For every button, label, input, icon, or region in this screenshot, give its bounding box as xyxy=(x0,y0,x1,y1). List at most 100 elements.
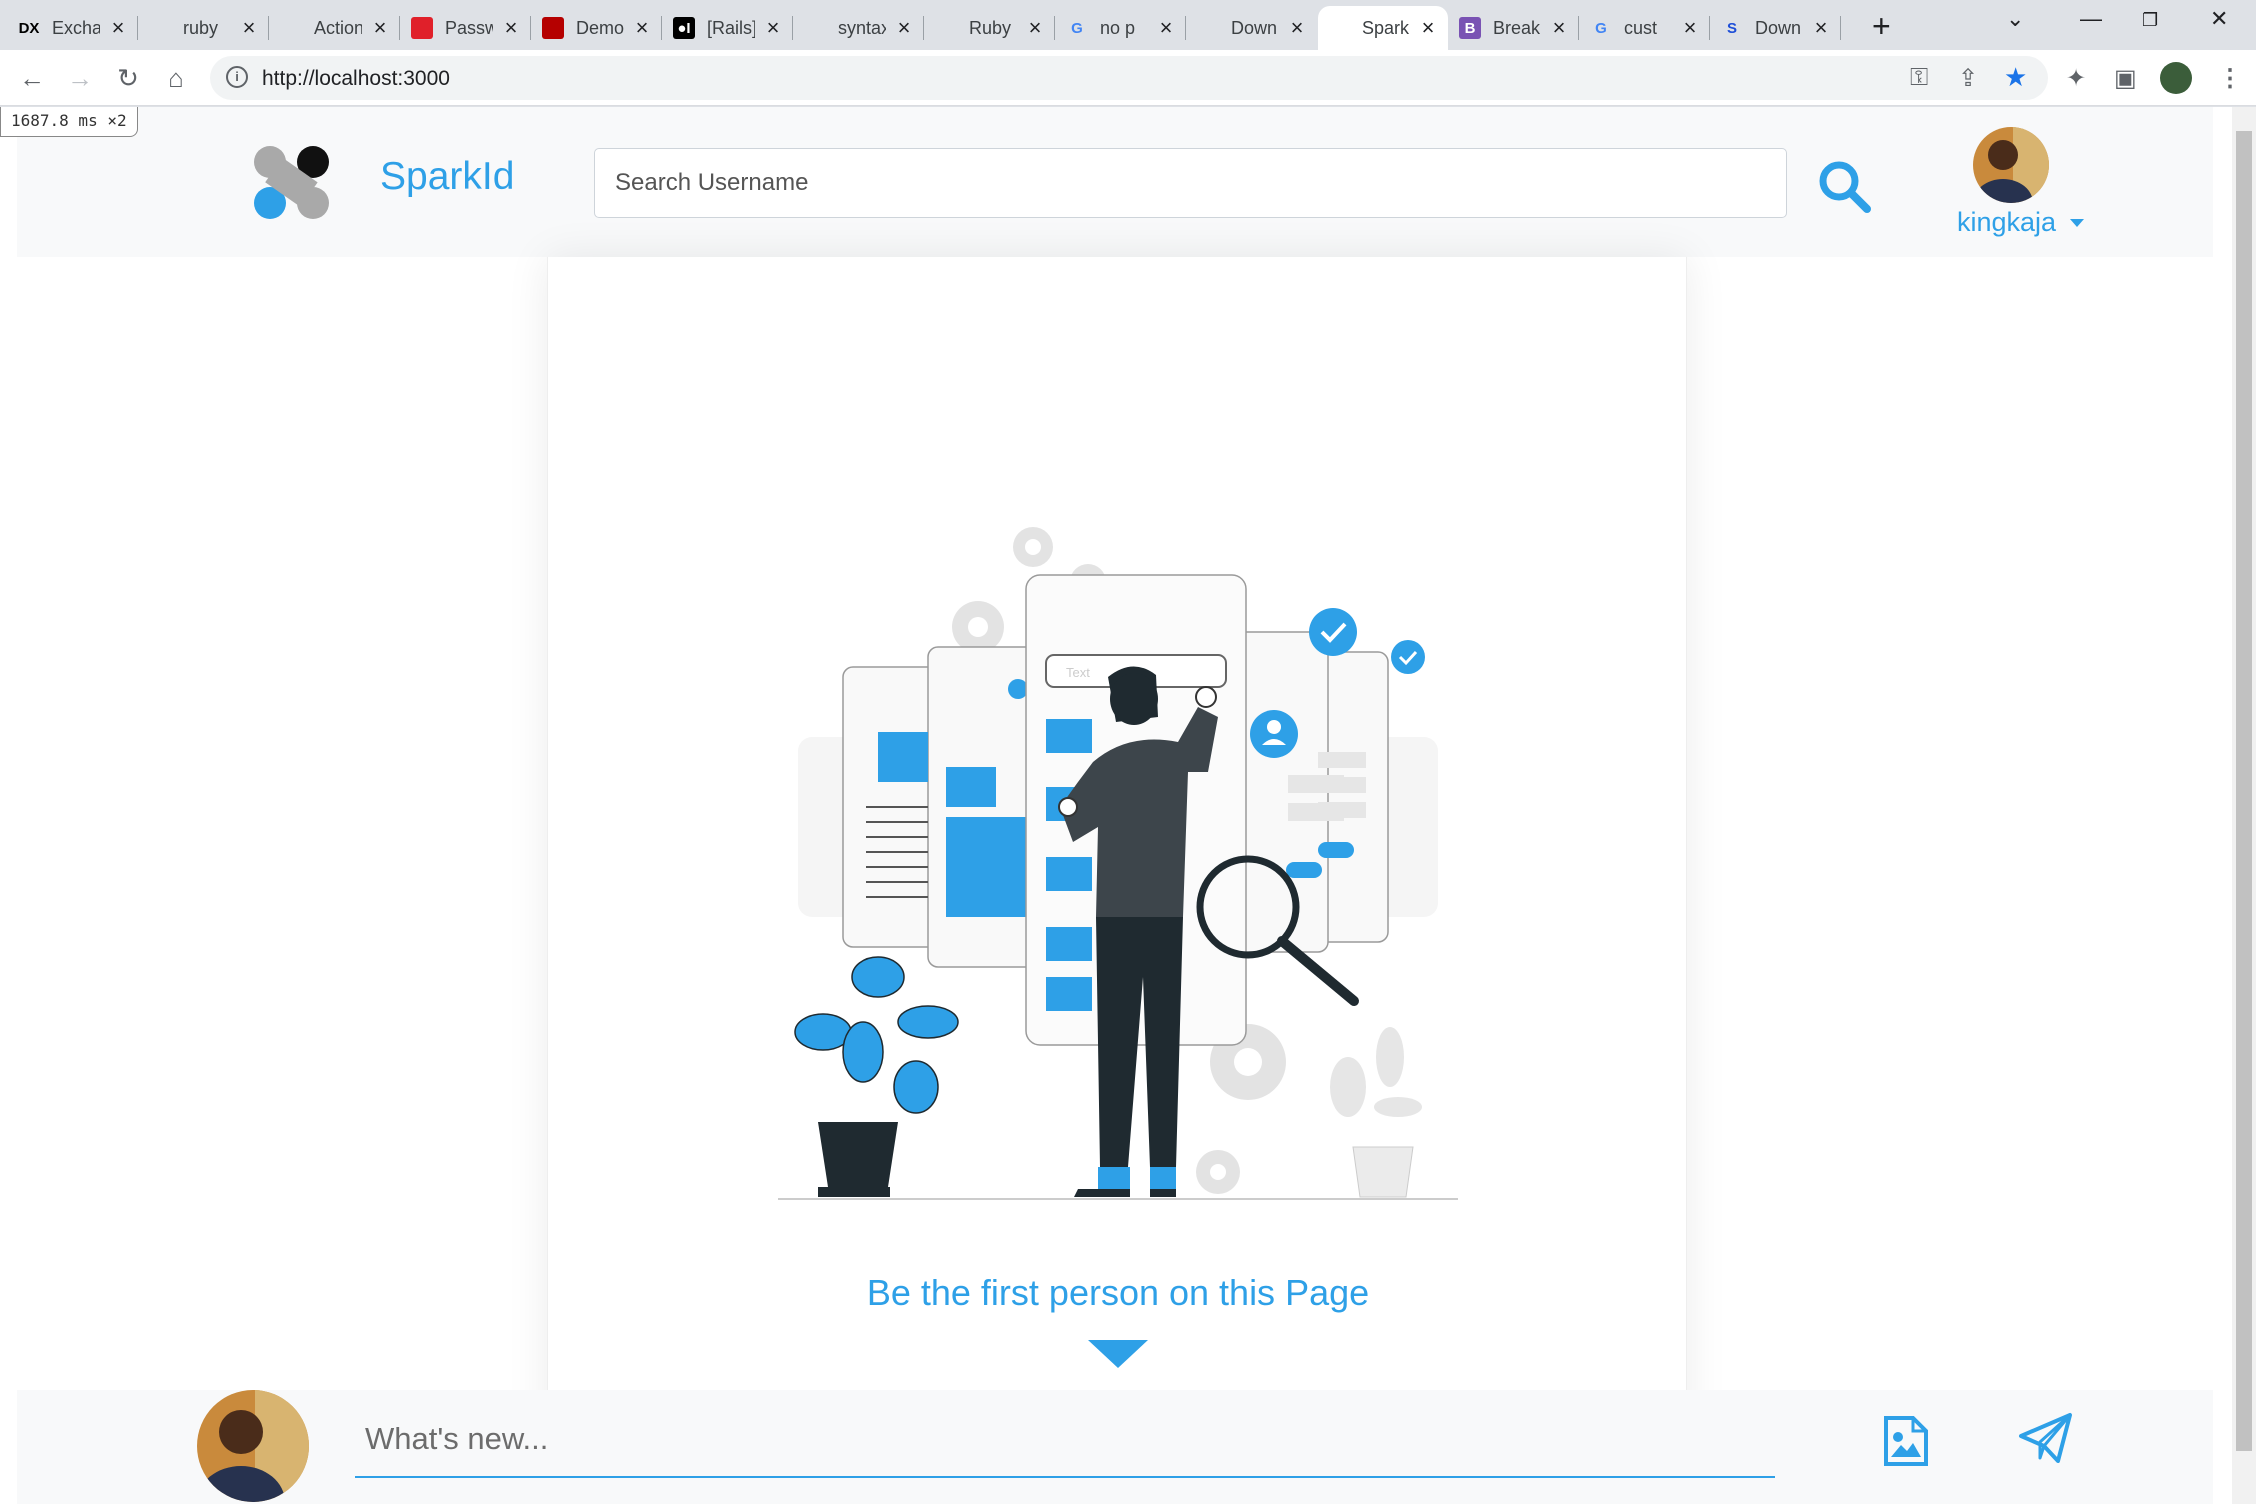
browser-tab[interactable]: DX Exchange × xyxy=(8,6,138,50)
arrow-down-icon xyxy=(1088,1340,1148,1368)
send-icon[interactable] xyxy=(2018,1412,2074,1464)
tab-separator xyxy=(1709,16,1710,40)
tab-title: no p xyxy=(1100,17,1136,38)
tab-title: syntax xyxy=(838,17,886,38)
illustration-text: Text xyxy=(1066,665,1090,680)
back-button[interactable]: ← xyxy=(14,60,50,96)
tab-search-icon[interactable]: ⌄ xyxy=(2006,6,2024,32)
tab-title: Action xyxy=(314,17,362,38)
tab-title: Ruby xyxy=(969,17,1012,38)
tab-separator xyxy=(530,16,531,40)
chevron-down-icon[interactable] xyxy=(2070,219,2084,227)
new-tab-button[interactable]: + xyxy=(1872,8,1891,45)
empty-state-message: Be the first person on this Page xyxy=(866,1272,1370,1313)
restore-button[interactable]: ❐ xyxy=(2142,10,2158,31)
site-info-icon[interactable]: i xyxy=(226,66,248,88)
browser-tab[interactable]: Demo × xyxy=(532,6,662,50)
ruby-doc-icon xyxy=(935,17,957,39)
tab-separator xyxy=(399,16,400,40)
tab-close-icon[interactable]: × xyxy=(1025,15,1045,41)
tab-strip: DXExchange×ruby×Action×Passwords×Demo×●I… xyxy=(0,0,2256,50)
tab-close-icon[interactable]: × xyxy=(632,15,652,41)
browser-toolbar: ← → ↻ ⌂ i http://localhost:3000 ⚿ ⇪ ★ ✦ … xyxy=(0,50,2256,106)
tab-separator xyxy=(923,16,924,40)
tab-title: Down xyxy=(1231,17,1278,38)
tab-title: ruby xyxy=(183,17,219,38)
tab-close-icon[interactable]: × xyxy=(1156,15,1176,41)
composer-avatar xyxy=(197,1390,309,1502)
tab-close-icon[interactable]: × xyxy=(763,15,783,41)
bookmark-star-icon[interactable]: ★ xyxy=(2004,62,2027,93)
search-icon[interactable] xyxy=(1817,159,1873,215)
tab-close-icon[interactable]: × xyxy=(894,15,914,41)
browser-tab[interactable]: Gcust × xyxy=(1580,6,1710,50)
home-button[interactable]: ⌂ xyxy=(158,60,194,96)
tab-close-icon[interactable]: × xyxy=(501,15,521,41)
tab-separator xyxy=(1578,16,1579,40)
tab-separator xyxy=(1054,16,1055,40)
user-avatar[interactable] xyxy=(1973,127,2049,203)
tab-title: cust xyxy=(1624,17,1658,38)
tab-close-icon[interactable]: × xyxy=(239,15,259,41)
menu-kebab-icon[interactable]: ⋮ xyxy=(2218,64,2242,93)
browser-tab[interactable]: Ruby × xyxy=(925,6,1055,50)
image-upload-icon[interactable] xyxy=(1883,1415,1929,1467)
brand-name[interactable]: SparkId xyxy=(380,155,514,199)
post-input[interactable] xyxy=(355,1402,1775,1478)
browser-tab[interactable]: Action × xyxy=(270,6,400,50)
tab-close-icon[interactable]: × xyxy=(1680,15,1700,41)
post-composer xyxy=(17,1390,2213,1504)
rails-icon xyxy=(280,17,302,39)
tab-close-icon[interactable]: × xyxy=(108,15,128,41)
google-icon: G xyxy=(1071,19,1083,37)
address-bar[interactable]: i http://localhost:3000 ⚿ ⇪ ★ xyxy=(210,56,2048,100)
tab-close-icon[interactable]: × xyxy=(1287,15,1307,41)
browser-tab[interactable]: Down × xyxy=(1187,6,1317,50)
empty-state-illustration: Text xyxy=(778,527,1458,1200)
browser-tab[interactable]: SparkId × xyxy=(1318,6,1448,50)
profile-avatar[interactable] xyxy=(2160,62,2192,94)
close-window-button[interactable]: ✕ xyxy=(2210,6,2228,32)
browser-tab[interactable]: ruby × xyxy=(139,6,269,50)
browser-tab[interactable]: B Break × xyxy=(1449,6,1579,50)
scrollbar-thumb[interactable] xyxy=(2236,131,2252,1451)
medium-icon: ●I xyxy=(673,17,695,39)
url-text: http://localhost:3000 xyxy=(262,67,450,90)
tab-title: Passwords xyxy=(445,17,493,38)
browser-tab[interactable]: Passwords × xyxy=(401,6,531,50)
page-scrollbar[interactable] xyxy=(2232,107,2256,1504)
minimize-button[interactable]: — xyxy=(2080,6,2102,32)
browser-tab[interactable]: S Down × xyxy=(1711,6,1841,50)
tab-title: [Rails] xyxy=(707,17,755,38)
sparkid-icon xyxy=(1328,17,1350,39)
tab-separator xyxy=(1185,16,1186,40)
tab-close-icon[interactable]: × xyxy=(1418,15,1438,41)
robot-icon xyxy=(1197,17,1219,39)
feed-card: Text Be the first person on this Page xyxy=(547,257,1687,1487)
key-icon[interactable]: ⚿ xyxy=(1910,64,1928,92)
reload-button[interactable]: ↻ xyxy=(110,60,146,96)
side-panel-icon[interactable]: ▣ xyxy=(2114,64,2137,93)
tab-separator xyxy=(792,16,793,40)
sparkid-logo[interactable] xyxy=(253,145,333,225)
browser-tab[interactable]: Gno p × xyxy=(1056,6,1186,50)
tab-close-icon[interactable]: × xyxy=(1549,15,1569,41)
search-username-input[interactable] xyxy=(594,148,1787,218)
share-icon[interactable]: ⇪ xyxy=(1958,64,1978,93)
tab-title: Demo xyxy=(576,17,624,38)
tab-separator xyxy=(268,16,269,40)
ruby-icon xyxy=(542,17,564,39)
extensions-icon[interactable]: ✦ xyxy=(2066,64,2086,93)
google-icon: G xyxy=(1595,19,1607,37)
shopify-icon: S xyxy=(1726,19,1737,37)
username-dropdown[interactable]: kingkaja xyxy=(1957,207,2056,238)
dx-icon: DX xyxy=(18,19,40,37)
tab-title: SparkId xyxy=(1362,17,1410,38)
tab-close-icon[interactable]: × xyxy=(1811,15,1831,41)
tab-close-icon[interactable]: × xyxy=(370,15,390,41)
bootstrap-icon: B xyxy=(1459,17,1481,39)
forward-button[interactable]: → xyxy=(62,60,98,96)
browser-tab[interactable]: ●I [Rails] × xyxy=(663,6,793,50)
tab-title: Break xyxy=(1493,17,1541,38)
browser-tab[interactable]: syntax × xyxy=(794,6,924,50)
